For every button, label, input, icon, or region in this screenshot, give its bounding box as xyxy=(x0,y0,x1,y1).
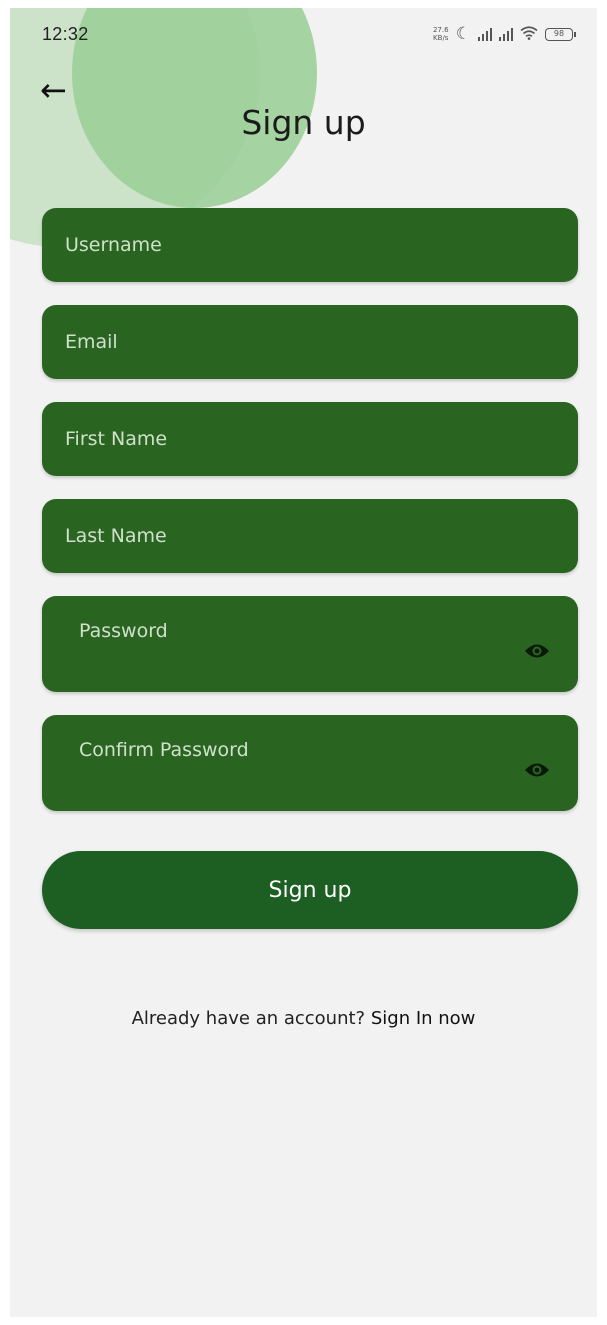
status-time: 12:32 xyxy=(42,23,89,44)
password-field[interactable] xyxy=(42,596,578,692)
wifi-icon xyxy=(520,25,538,44)
eye-icon[interactable] xyxy=(524,642,550,660)
signal-icon xyxy=(478,27,492,41)
confirm-password-input[interactable] xyxy=(42,739,471,761)
signin-prompt: Already have an account? Sign In now xyxy=(10,1008,597,1029)
first-name-field[interactable] xyxy=(42,402,578,476)
status-icons: 27.6 KB/s ☾ 98 xyxy=(432,24,576,44)
do-not-disturb-icon: ☾ xyxy=(455,24,471,44)
signal-icon-2 xyxy=(499,27,513,41)
page-title: Sign up xyxy=(241,103,366,142)
username-input[interactable] xyxy=(42,234,578,256)
status-bar: 12:32 27.6 KB/s ☾ 98 xyxy=(10,8,597,60)
signin-prompt-text: Already have an account? xyxy=(131,1008,371,1029)
battery-icon: 98 xyxy=(545,27,576,41)
signup-button[interactable]: Sign up xyxy=(42,851,578,929)
username-field[interactable] xyxy=(42,208,578,282)
password-input[interactable] xyxy=(42,620,471,642)
eye-icon-confirm[interactable] xyxy=(524,761,550,779)
last-name-input[interactable] xyxy=(42,525,578,547)
signin-link[interactable]: Sign In now xyxy=(371,1008,476,1029)
confirm-password-field[interactable] xyxy=(42,715,578,811)
email-input[interactable] xyxy=(42,331,578,353)
signup-screen: 12:32 27.6 KB/s ☾ 98 ← Sign up Username … xyxy=(10,8,597,1317)
email-field[interactable] xyxy=(42,305,578,379)
last-name-field[interactable] xyxy=(42,499,578,573)
network-speed: 27.6 KB/s xyxy=(432,26,449,42)
first-name-input[interactable] xyxy=(42,428,578,450)
